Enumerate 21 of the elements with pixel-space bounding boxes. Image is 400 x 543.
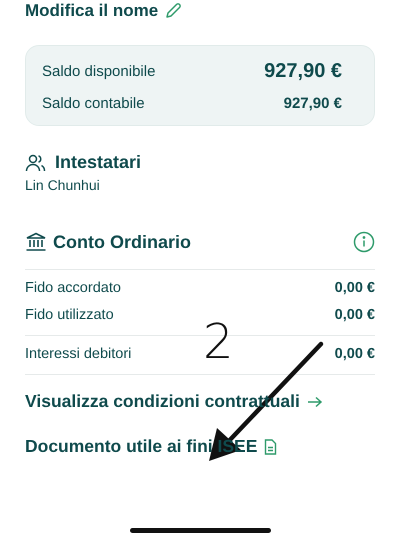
balance-label: Saldo contabile [42, 94, 145, 112]
detail-label: Interessi debitori [25, 346, 132, 362]
detail-label: Fido utilizzato [25, 307, 114, 323]
balance-label: Saldo disponibile [42, 62, 156, 80]
document-icon [264, 438, 278, 454]
info-icon[interactable] [353, 231, 375, 253]
detail-value: 0,00 € [334, 280, 375, 296]
balance-amount: 927,90 € [284, 94, 342, 112]
rename-link[interactable]: Modifica il nome [25, 1, 158, 21]
bank-icon [25, 232, 47, 252]
balance-amount: 927,90 € [264, 60, 342, 82]
people-icon [25, 152, 47, 172]
arrow-right-icon [306, 396, 323, 408]
holder-name: Lin Chunhui [25, 177, 101, 193]
section-title: Intestatari [55, 152, 142, 173]
section-title: Conto Ordinario [53, 232, 191, 252]
annotation-number: 2 [203, 318, 234, 366]
detail-value: 0,00 € [334, 346, 375, 362]
detail-label: Fido accordato [25, 280, 121, 296]
pencil-icon[interactable] [164, 2, 182, 20]
detail-value: 0,00 € [334, 307, 375, 323]
